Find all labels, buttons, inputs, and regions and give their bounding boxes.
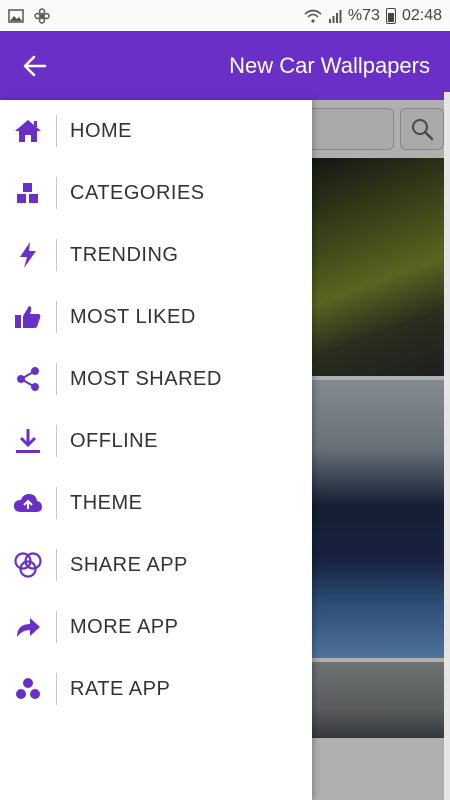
status-bar: %73 02:48 xyxy=(0,0,450,31)
signal-icon xyxy=(328,9,342,23)
circles-icon xyxy=(14,552,42,578)
drawer-item-label: MOST SHARED xyxy=(70,367,222,390)
back-arrow-icon xyxy=(23,55,47,76)
home-icon xyxy=(15,120,41,142)
drawer-item-label: CATEGORIES xyxy=(70,181,205,204)
drawer-item-label: RATE APP xyxy=(70,677,171,700)
thumbs-up-icon xyxy=(15,306,41,328)
drawer-item-label: THEME xyxy=(70,491,143,514)
drawer-item-home[interactable]: HOME xyxy=(0,100,312,162)
battery-icon xyxy=(385,7,396,24)
forward-arrow-icon xyxy=(17,618,40,637)
gallery-icon xyxy=(8,8,24,23)
app-title: New Car Wallpapers xyxy=(229,52,430,78)
drawer-item-offline[interactable]: OFFLINE xyxy=(0,410,312,472)
drawer-item-label: SHARE APP xyxy=(70,553,188,576)
drawer-item-label: HOME xyxy=(70,119,132,142)
drawer-item-rate-app[interactable]: RATE APP xyxy=(0,658,312,720)
drawer-item-label: MORE APP xyxy=(70,615,179,638)
drawer-item-trending[interactable]: TRENDING xyxy=(0,224,312,286)
battery-percent: %73 xyxy=(347,6,380,24)
app-bar: New Car Wallpapers xyxy=(0,31,450,100)
dots-icon xyxy=(16,678,40,699)
share-icon xyxy=(17,367,39,391)
back-button[interactable] xyxy=(0,31,70,100)
drawer-item-label: TRENDING xyxy=(70,243,179,266)
cloud-upload-icon xyxy=(14,494,42,512)
drawer-item-theme[interactable]: THEME xyxy=(0,472,312,534)
download-icon xyxy=(16,429,40,453)
drawer-item-more-app[interactable]: MORE APP xyxy=(0,596,312,658)
drawer-item-most-liked[interactable]: MOST LIKED xyxy=(0,286,312,348)
navigation-drawer: HOME CATEGORIES TRENDING MOST LIKED MOST… xyxy=(0,100,312,800)
drawer-item-label: MOST LIKED xyxy=(70,305,196,328)
drawer-item-share-app[interactable]: SHARE APP xyxy=(0,534,312,596)
drawer-item-most-shared[interactable]: MOST SHARED xyxy=(0,348,312,410)
clock: 02:48 xyxy=(401,6,442,24)
lightning-icon xyxy=(20,242,36,268)
fan-icon xyxy=(34,7,50,24)
wifi-icon xyxy=(304,9,322,23)
drawer-item-label: OFFLINE xyxy=(70,429,158,452)
categories-icon xyxy=(17,183,38,203)
scroll-edge xyxy=(444,92,450,800)
drawer-item-categories[interactable]: CATEGORIES xyxy=(0,162,312,224)
